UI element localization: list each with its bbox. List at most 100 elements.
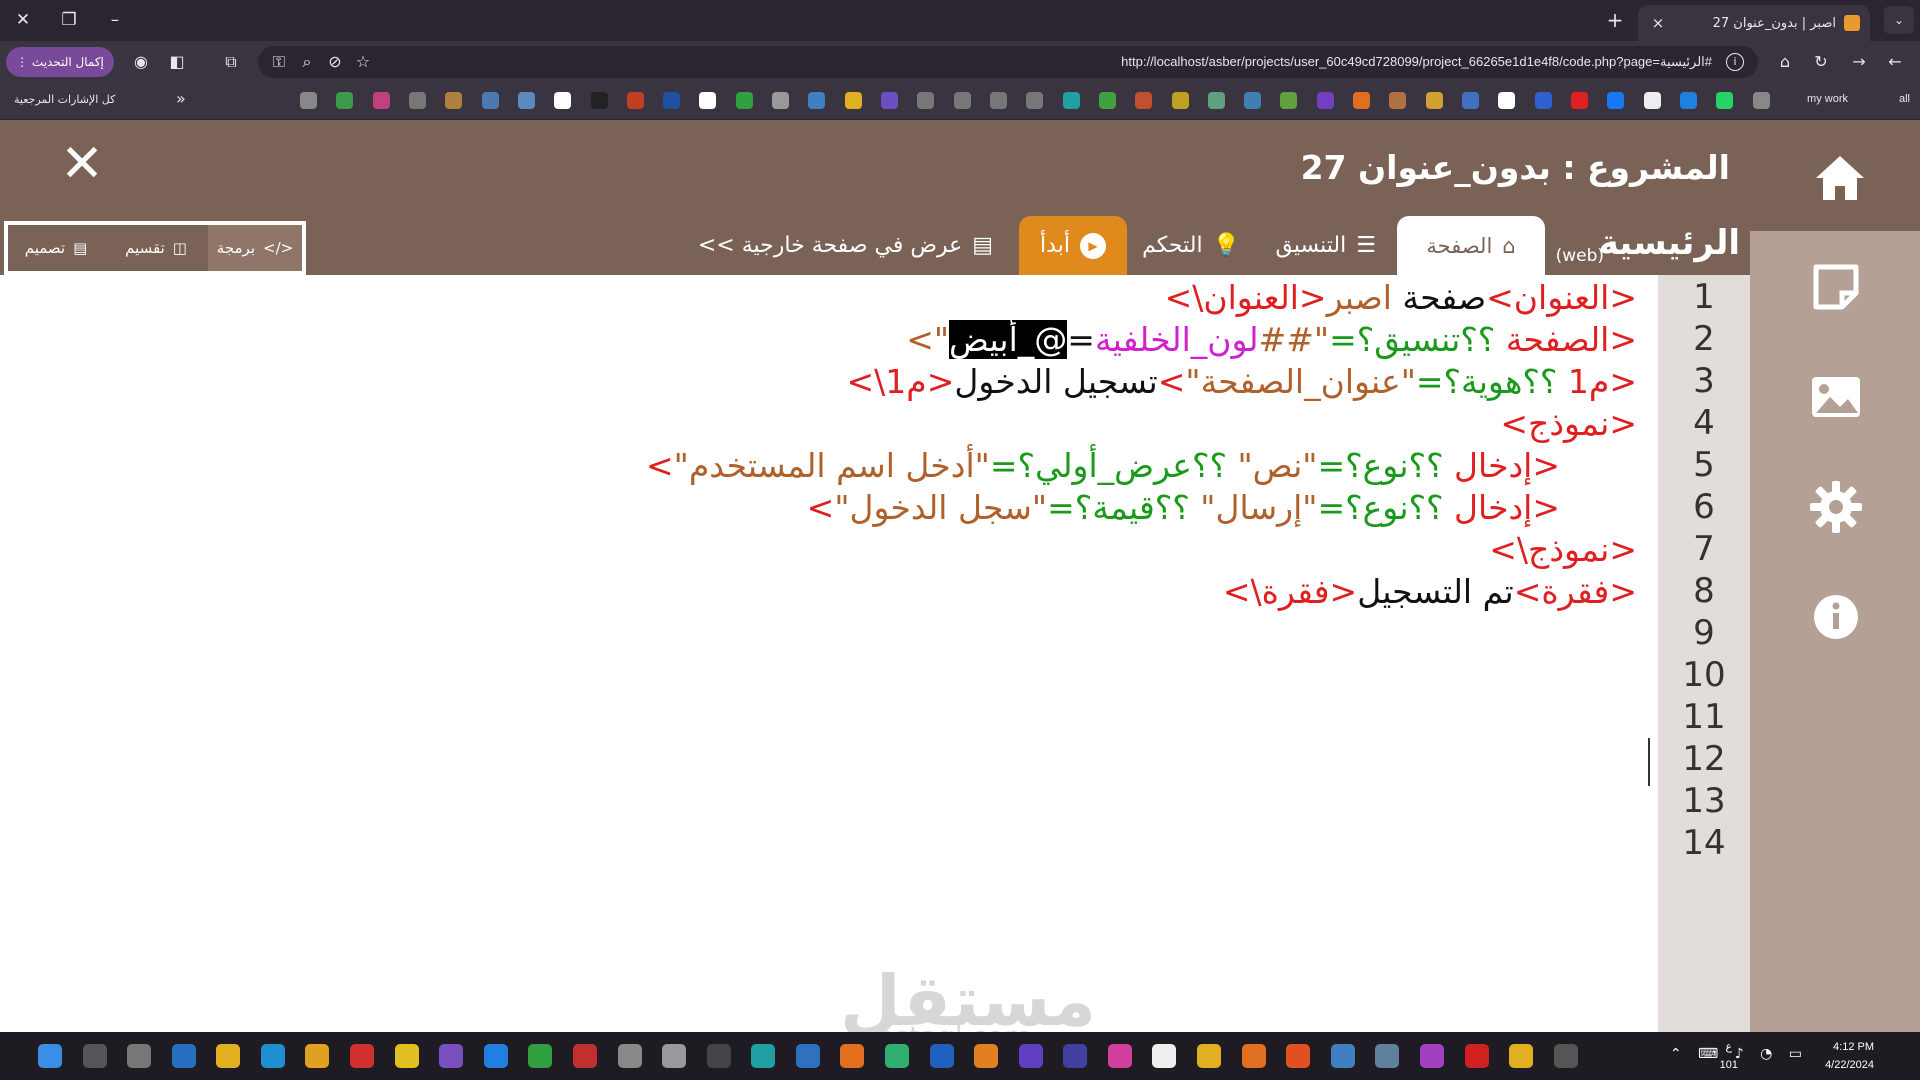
bookmark-icon[interactable] <box>663 92 681 109</box>
app-icon[interactable] <box>394 1044 419 1068</box>
file-explorer-icon[interactable] <box>305 1044 330 1068</box>
google-icon[interactable] <box>1643 92 1661 109</box>
bookmark-icon[interactable] <box>881 92 898 109</box>
window-minimize-icon[interactable]: – <box>92 0 138 41</box>
new-tab-button[interactable]: + <box>1600 5 1630 35</box>
tab-external-view[interactable]: ▤ عرض في صفحة خارجية >> <box>698 216 993 275</box>
settings-bookmark-icon[interactable] <box>1752 92 1770 109</box>
facebook-icon[interactable] <box>1607 92 1625 109</box>
bookmark-icon[interactable] <box>626 92 644 109</box>
bookmark-icon[interactable] <box>1498 92 1516 109</box>
bookmark-icon[interactable] <box>517 92 535 109</box>
url-text[interactable]: http://localhost/asber/projects/user_60c… <box>1121 46 1712 78</box>
chrome-active-icon[interactable] <box>1197 1044 1222 1068</box>
bookmark-icon[interactable] <box>1462 92 1479 109</box>
tab-control[interactable]: 💡 التحكم <box>1142 216 1240 275</box>
app-icon[interactable] <box>171 1044 196 1068</box>
xampp-icon[interactable] <box>1241 1044 1266 1068</box>
tab-format[interactable]: ☰ التنسيق <box>1276 216 1376 275</box>
bookmark-icon[interactable] <box>408 92 426 109</box>
omnibox[interactable]: ⚿ ⌕ ⊘ ☆ http://localhost/asber/projects/… <box>258 46 1758 78</box>
code-line-2[interactable]: <الصفحة ؟؟تنسيق؟="##لون_الخلفية=@_أبيض"> <box>906 320 1637 359</box>
bookmark-icon[interactable] <box>1026 92 1044 109</box>
app-icon[interactable] <box>528 1044 553 1068</box>
mode-split-button[interactable]: ◫ تقسيم <box>104 225 208 271</box>
bookmark-icon[interactable] <box>481 92 499 109</box>
bookmark-icon[interactable] <box>1062 92 1080 109</box>
bookmark-icon[interactable] <box>445 92 463 109</box>
system-tray-icons[interactable]: ⌃ ⌨ ♪ ◔ ▭ <box>1670 1046 1808 1062</box>
bookmark-icon[interactable] <box>1389 92 1407 109</box>
password-key-icon[interactable]: ⚿ <box>266 49 292 75</box>
home-icon[interactable] <box>1812 150 1868 206</box>
bookmark-icon[interactable] <box>953 92 971 109</box>
app-icon[interactable] <box>706 1044 731 1068</box>
start-icon[interactable] <box>38 1044 62 1068</box>
bookmark-icon[interactable] <box>1425 92 1443 109</box>
pycharm-icon[interactable] <box>884 1044 909 1068</box>
code-line-4[interactable]: <نموذج> <box>1500 404 1637 443</box>
app-icon[interactable] <box>350 1044 375 1068</box>
window-close-icon[interactable]: ✕ <box>0 0 46 41</box>
code-line-3[interactable]: <م1 ؟؟هوية؟="عنوان_الصفحة">تسجيل الدخول<… <box>847 362 1637 401</box>
site-info-icon[interactable]: i <box>1726 53 1744 71</box>
python-icon[interactable] <box>1330 1044 1355 1068</box>
tab-search-icon[interactable]: ⌄ <box>1884 6 1914 34</box>
youtube-icon[interactable] <box>1570 92 1588 109</box>
bookmark-icon[interactable] <box>844 92 862 109</box>
code-line-6[interactable]: <إدخال ؟؟نوع؟="إرسال" ؟؟قيمة؟="سجل الدخو… <box>807 488 1560 527</box>
bookmark-icon[interactable] <box>1098 92 1116 109</box>
chrome-icon[interactable] <box>1509 1044 1534 1068</box>
close-editor-icon[interactable]: ✕ <box>56 138 108 190</box>
code-line-7[interactable]: <نموذج\> <box>1489 530 1637 569</box>
reload-icon[interactable]: ↻ <box>1808 49 1834 75</box>
bookmark-icon[interactable] <box>372 92 390 109</box>
back-icon[interactable]: ← <box>1882 49 1908 75</box>
code-line-5[interactable]: <إدخال ؟؟نوع؟="نص" ؟؟عرض_أولي؟="أدخل اسم… <box>646 446 1560 485</box>
bookmark-icon[interactable] <box>554 92 572 109</box>
opera-icon[interactable] <box>1464 1044 1489 1068</box>
photoshop-icon[interactable] <box>929 1044 954 1068</box>
illustrator-icon[interactable] <box>974 1044 999 1068</box>
bookmark-icon[interactable] <box>917 92 935 109</box>
visual-studio-icon[interactable] <box>439 1044 464 1068</box>
bookmark-icon[interactable] <box>1207 92 1225 109</box>
extensions-icon[interactable]: ⧉ <box>218 49 244 75</box>
bookmark-icon[interactable] <box>1244 92 1262 109</box>
vscode-icon[interactable] <box>483 1044 508 1068</box>
info-icon[interactable] <box>1808 589 1864 645</box>
tab-page[interactable]: ⌂ الصفحة <box>1397 216 1545 275</box>
home-nav-icon[interactable]: ⌂ <box>1772 49 1798 75</box>
bookmark-icon[interactable] <box>808 92 826 109</box>
tab-close-icon[interactable]: × <box>1648 14 1668 32</box>
gear-icon[interactable] <box>1808 479 1864 535</box>
bookmark-icon[interactable] <box>1316 92 1334 109</box>
app-icon[interactable] <box>617 1044 642 1068</box>
blender-icon[interactable] <box>840 1044 865 1068</box>
xd-icon[interactable] <box>1107 1044 1132 1068</box>
bookmark-icon[interactable] <box>989 92 1007 109</box>
app-icon[interactable] <box>1152 1044 1177 1068</box>
profile-avatar-icon[interactable]: ◉ <box>128 49 154 75</box>
browser-tab[interactable]: اصبر | بدون_عنوان 27 × <box>1638 5 1870 41</box>
whatsapp-icon[interactable] <box>1716 92 1734 109</box>
arduino-icon[interactable] <box>751 1044 776 1068</box>
bookmark-icon[interactable] <box>1280 92 1298 109</box>
bookmark-icon[interactable] <box>1679 92 1697 109</box>
app-icon[interactable] <box>1286 1044 1311 1068</box>
premiere-icon[interactable] <box>1018 1044 1043 1068</box>
audition-icon[interactable] <box>1063 1044 1088 1068</box>
task-view-icon[interactable] <box>127 1044 152 1068</box>
bookmark-icon[interactable] <box>336 92 354 109</box>
bookmark-icon[interactable] <box>772 92 790 109</box>
bookmark-icon[interactable] <box>1171 92 1189 109</box>
solidworks-icon[interactable] <box>572 1044 597 1068</box>
bookmark-icon[interactable] <box>735 92 753 109</box>
app-icon[interactable] <box>795 1044 820 1068</box>
forward-icon[interactable]: → <box>1846 49 1872 75</box>
window-restore-icon[interactable]: ❐ <box>46 0 92 41</box>
chrome-icon[interactable] <box>216 1044 241 1068</box>
mode-design-button[interactable]: ▤ تصميم <box>8 225 104 271</box>
app-icon[interactable] <box>1419 1044 1444 1068</box>
bookmark-icon[interactable] <box>300 92 317 109</box>
